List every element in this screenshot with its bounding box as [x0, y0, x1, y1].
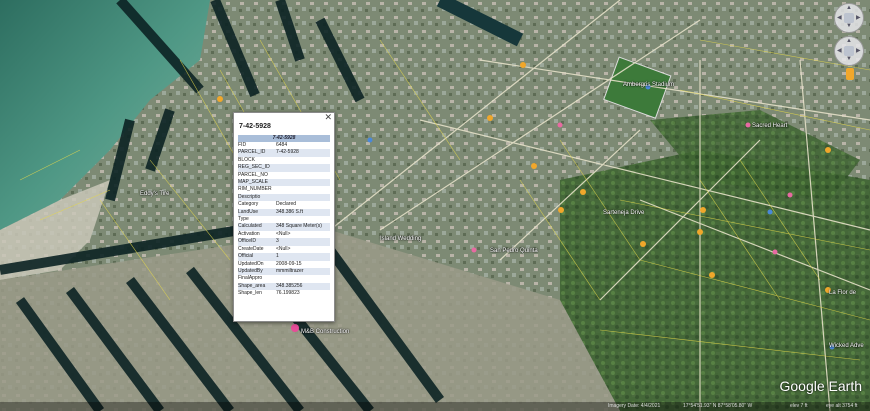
attribute-key: PARCEL_ID: [238, 149, 266, 156]
attribute-row: Activation <Null>: [238, 231, 330, 238]
attribute-value: 348.385256: [276, 282, 303, 289]
move-up-icon[interactable]: ▲: [846, 38, 852, 44]
attribute-value: 348 Square Meter(s): [276, 223, 322, 230]
imagery-date: Imagery Date: 4/4/2021: [608, 403, 661, 409]
label-island-wedding[interactable]: Island Wedding: [380, 236, 421, 242]
parcel-popup: ✕ 7-42-5928 7-42-5928 FID 6484 PARCEL_ID 7-…: [233, 112, 335, 322]
attribute-key: Official: [238, 253, 254, 260]
attribute-row: Shape_len 76.199823: [238, 290, 330, 297]
satellite-map[interactable]: [0, 0, 870, 411]
elevation: elev 7 ft: [790, 403, 808, 409]
arrow-up-icon[interactable]: ▲: [846, 5, 852, 11]
attribute-value: 1: [276, 253, 279, 260]
attribute-value: 2008-09-15: [276, 260, 302, 267]
attribute-row: Category Declared: [238, 201, 330, 208]
attribute-key: FinalAppro: [238, 275, 263, 282]
label-eddys[interactable]: Eddy's Tire: [140, 191, 170, 197]
attribute-key: Type: [238, 216, 249, 223]
attribute-value: [276, 216, 330, 223]
attribute-key: OfficeID: [238, 238, 256, 245]
attribute-row: CreateDate <Null>: [238, 246, 330, 253]
label-stadium[interactable]: Ambergris Stadium: [623, 82, 674, 88]
attribute-key: REG_SEC_ID: [238, 164, 270, 171]
attribute-value: [276, 164, 330, 171]
move-right-icon[interactable]: ▶: [856, 47, 861, 54]
attribute-value: mmmiltrazer: [276, 267, 304, 274]
attribute-row: LandUse 348.386 S.ft: [238, 208, 330, 217]
popup-title: 7-42-5928: [239, 123, 271, 130]
attribute-key: UpdatedBy: [238, 267, 263, 274]
attribute-row: FID 6484: [238, 142, 330, 149]
attribute-key: FID: [238, 142, 247, 148]
attribute-key: LandUse: [238, 208, 259, 215]
arrow-down-icon[interactable]: ▼: [846, 23, 852, 29]
attribute-value: <Null>: [276, 245, 291, 252]
attribute-row: REG_SEC_ID: [238, 164, 330, 172]
eye-icon: [844, 13, 854, 23]
label-sarteneja[interactable]: Sarteneja Drive: [603, 210, 644, 216]
attribute-key: RIM_NUMBER: [238, 186, 272, 193]
attribute-row: Type: [238, 216, 330, 223]
status-bar: Imagery Date: 4/4/2021 17°54'51.93" N 87…: [0, 402, 870, 411]
attribute-value: [276, 186, 330, 193]
attribute-row: OfficeID 3: [238, 238, 330, 246]
attribute-value: 348.386 S.ft: [276, 208, 303, 215]
move-left-icon[interactable]: ◀: [837, 47, 842, 54]
attribute-table-header: 7-42-5928: [238, 135, 330, 142]
attribute-row: RIM_NUMBER: [238, 186, 330, 193]
attribute-key: PARCEL_NO: [238, 171, 268, 178]
coordinates: 17°54'51.93" N 87°58'05.80" W: [683, 403, 753, 409]
attribute-row: Descriptio: [238, 193, 330, 202]
attribute-key: BLOCK: [238, 156, 255, 163]
attribute-key: Calculated: [238, 223, 262, 230]
attribute-key: Category: [238, 201, 259, 208]
move-down-icon[interactable]: ▼: [846, 56, 852, 62]
hand-icon: [844, 46, 854, 56]
attribute-value: [276, 275, 330, 282]
attribute-key: Shape_len: [238, 290, 262, 297]
google-earth-logo: Google Earth: [779, 378, 863, 394]
attribute-key: Activation: [238, 230, 260, 237]
attribute-value: 3: [276, 238, 279, 245]
attribute-row: Calculated 348 Square Meter(s): [238, 223, 330, 231]
attribute-key: Shape_area: [238, 282, 266, 289]
arrow-left-icon[interactable]: ◀: [837, 14, 842, 21]
attribute-row: BLOCK: [238, 157, 330, 164]
attribute-table: 7-42-5928 FID 6484 PARCEL_ID 7-42-5928 BLOCK…: [238, 135, 330, 298]
attribute-row: Shape_area 348.385256: [238, 282, 330, 291]
attribute-value: [276, 194, 330, 201]
close-icon[interactable]: ✕: [324, 112, 332, 123]
attribute-key: MAP_SCALE: [238, 179, 269, 186]
attribute-value: 76.199823: [276, 290, 300, 297]
attribute-value: 7-42-5928: [276, 149, 299, 156]
attribute-value: <Null>: [276, 230, 291, 237]
attribute-row: Official 1: [238, 253, 330, 261]
attribute-row: PARCEL_NO: [238, 172, 330, 179]
attribute-value: [276, 179, 330, 186]
attribute-row: PARCEL_ID 7-42-5928: [238, 149, 330, 157]
attribute-row: FinalAppro: [238, 275, 330, 282]
attribute-row: UpdatedBy mmmiltrazer: [238, 267, 330, 276]
label-mb[interactable]: M&B Construction: [301, 329, 349, 335]
attribute-key: Descriptio: [238, 193, 261, 200]
attribute-row: UpdatedOn 2008-09-15: [238, 261, 330, 268]
label-laflor[interactable]: La Flor de: [829, 290, 856, 296]
eye-altitude: eye alt 3754 ft: [826, 403, 858, 409]
attribute-key: CreateDate: [238, 245, 264, 252]
attribute-value: Declared: [276, 201, 297, 208]
label-wicked[interactable]: Wicked Adve: [829, 343, 864, 349]
label-sacred[interactable]: Sacred Heart: [752, 123, 787, 129]
attribute-value: [276, 172, 330, 179]
attribute-key: UpdatedOn: [238, 260, 264, 267]
arrow-right-icon[interactable]: ▶: [856, 14, 861, 21]
attribute-value: [276, 157, 330, 164]
attribute-row: MAP_SCALE: [238, 179, 330, 187]
attribute-value: 6484: [276, 142, 288, 148]
label-sp[interactable]: San Pedro Quinta: [490, 248, 538, 254]
look-control[interactable]: ▲ ▼ ◀ ▶: [834, 3, 864, 33]
move-control[interactable]: ▲ ▼ ◀ ▶: [834, 36, 864, 66]
